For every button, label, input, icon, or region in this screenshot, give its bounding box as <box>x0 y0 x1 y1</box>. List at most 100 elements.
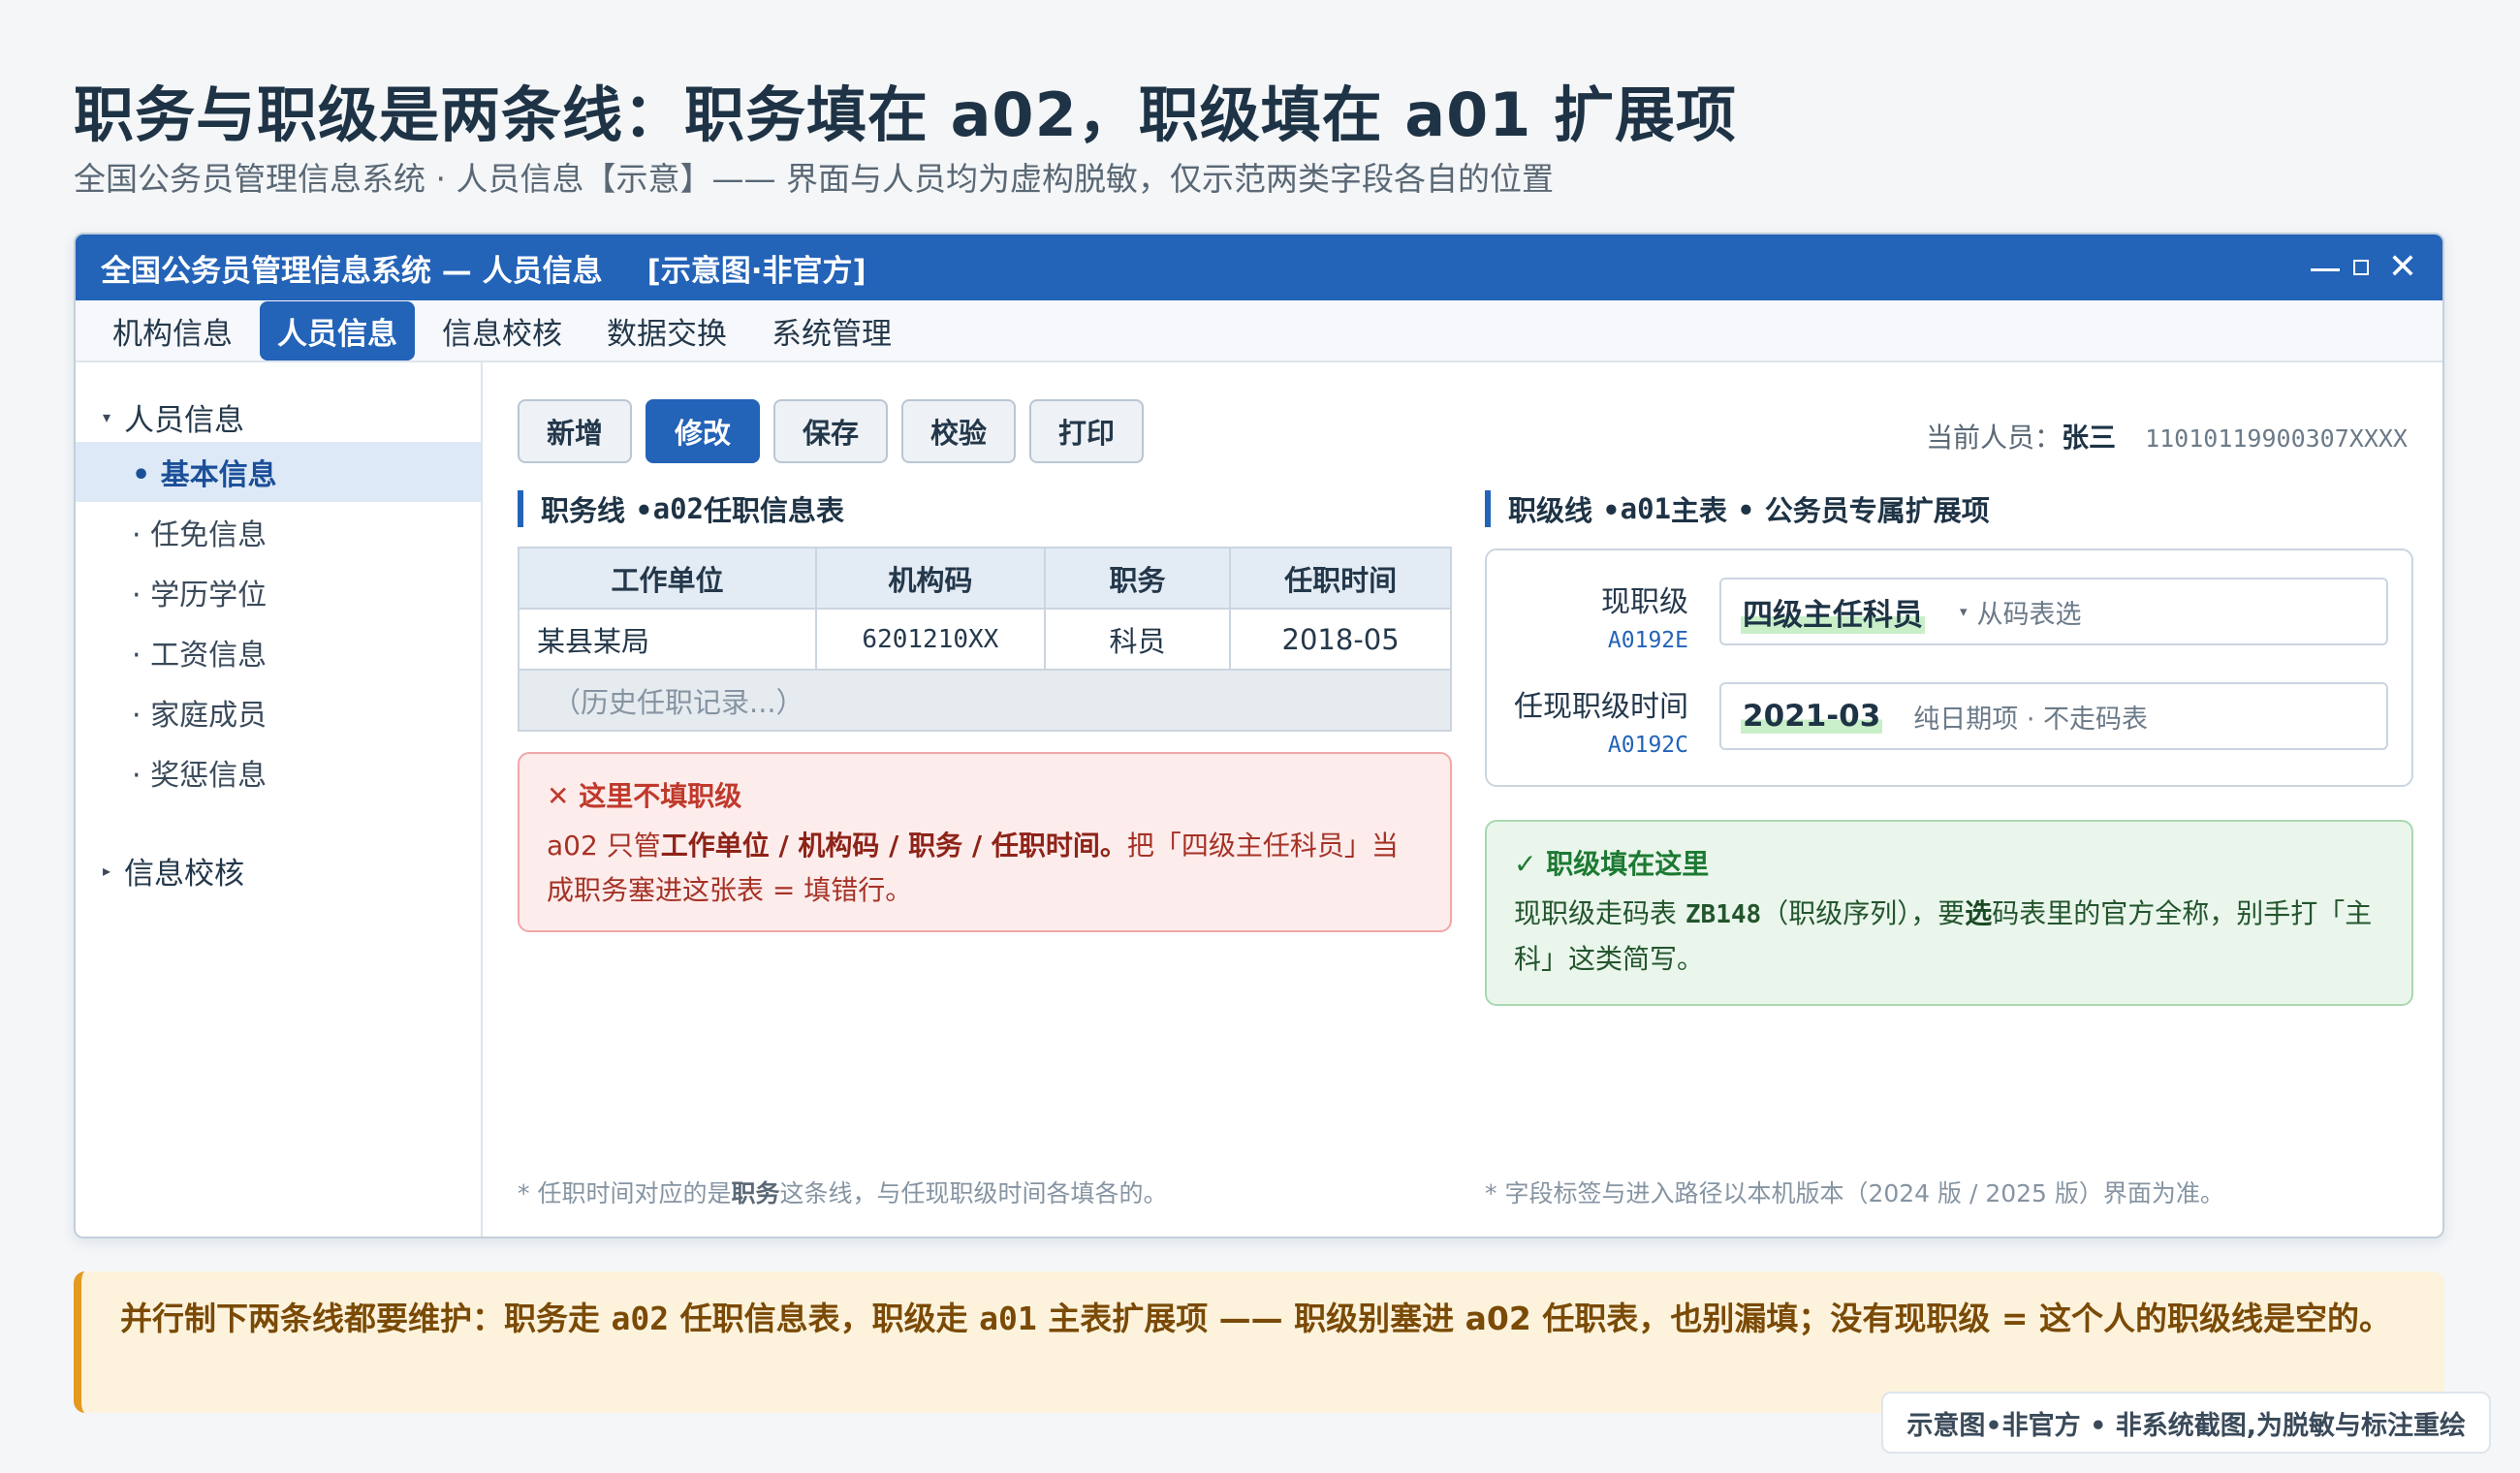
main-panel: 新增 修改 保存 校验 打印 当前人员： 张三 11010119900307XX… <box>483 362 2442 1237</box>
ok-text: 现职级走码表 ZB148（职级序列），要选码表里的官方全称，别手打「主科」这类简… <box>1514 892 2384 982</box>
caret-right-icon[interactable]: ▸ <box>76 862 124 880</box>
table-cell[interactable]: 6201210XX <box>814 608 1046 671</box>
current-rank-select[interactable]: 四级主任科员 ▾ 从码表选 <box>1719 578 2388 645</box>
banner-part: 主表扩展项 —— 职级别塞进 a02 任职表，也别漏填；没有现职级 = 这个人的… <box>1036 1300 2391 1337</box>
validate-button[interactable]: 校验 <box>901 399 1016 463</box>
field-code: A0192C <box>1607 733 1688 758</box>
section-title-rank-line: 职级线 • a01 主表 • 公务员专属扩展项 <box>1485 490 1990 527</box>
field-hint: 纯日期项 · 不走码表 <box>1913 704 2149 735</box>
add-button[interactable]: 新增 <box>518 399 632 463</box>
footnote-part: * 任职时间对应的是 <box>518 1179 732 1207</box>
warning-text: a02 只管工作单位 / 机构码 / 职务 / 任职时间。把「四级主任科员」当成… <box>547 824 1423 913</box>
section-title-code: a02 <box>652 492 705 525</box>
current-person: 当前人员： 张三 11010119900307XXXX <box>1926 417 2408 455</box>
table-row[interactable]: 某县某局 6201210XX 科员 2018-05 <box>518 608 1452 671</box>
warning-callout: ✕ 这里不填职级 a02 只管工作单位 / 机构码 / 职务 / 任职时间。把「… <box>518 752 1452 932</box>
footnote-right: * 字段标签与进入路径以本机版本（2024 版 / 2025 版）界面为准。 <box>1485 1179 2224 1207</box>
window-tag: [示意图·非官方] <box>646 253 866 289</box>
banner-code: a02 <box>611 1300 670 1337</box>
table-cell[interactable]: 科员 <box>1043 608 1232 671</box>
section-title-position-line: 职务线 • a02 任职信息表 <box>518 490 844 527</box>
sidebar-tree: ▾ 人员信息 • 基本信息 · 任免信息 · 学历学位 · 工资信息 · 家庭成… <box>76 362 483 1237</box>
footnote-left: * 任职时间对应的是职务这条线，与任现职级时间各填各的。 <box>518 1175 1167 1209</box>
table-header: 任职时间 <box>1229 547 1452 610</box>
field-label: 现职级 A0192E <box>1601 578 1688 653</box>
table-header-row: 工作单位 机构码 职务 任职时间 <box>518 547 1452 610</box>
tree-node-info-check[interactable]: ▸ 信息校核 <box>76 845 244 895</box>
maximize-icon[interactable] <box>2352 260 2369 275</box>
menu-item-personnel-info[interactable]: 人员信息 <box>260 300 415 360</box>
tree-node-label: 信息校核 <box>124 856 244 892</box>
rank-date-input[interactable]: 2021-03 纯日期项 · 不走码表 <box>1719 682 2388 750</box>
tree-item-salary-info[interactable]: · 工资信息 <box>76 622 481 682</box>
ok-callout: ✓ 职级填在这里 现职级走码表 ZB148（职级序列），要选码表里的官方全称，别… <box>1485 820 2413 1006</box>
close-icon[interactable]: ✕ <box>2388 250 2417 285</box>
footnote-part: 这条线，与任现职级时间各填各的。 <box>779 1179 1168 1207</box>
rank-fields-panel: 现职级 A0192E 四级主任科员 ▾ 从码表选 任现职级时间 A0192C 2… <box>1485 548 2413 787</box>
tree-item-education[interactable]: · 学历学位 <box>76 562 481 622</box>
window-title: 全国公务员管理信息系统 — 人员信息 <box>101 253 603 289</box>
field-value: 四级主任科员 <box>1741 589 1925 634</box>
section-title-prefix: 职务线 • <box>541 494 653 527</box>
save-button[interactable]: 保存 <box>773 399 888 463</box>
banner-code: a01 <box>979 1300 1037 1337</box>
warning-text-part: a02 只管 <box>547 830 661 862</box>
window-controls: ✕ <box>2310 250 2417 285</box>
dropdown-caret-icon[interactable]: ▾ <box>1960 603 1968 620</box>
ok-text-code: ZB148 <box>1685 900 1762 929</box>
page-subtitle: 全国公务员管理信息系统 · 人员信息【示意】—— 界面与人员均为虚构脱敏，仅示范… <box>74 160 1554 198</box>
field-label-text: 任现职级时间 <box>1514 690 1688 724</box>
current-person-id: 11010119900307XXXX <box>2145 424 2408 453</box>
edit-button[interactable]: 修改 <box>646 399 760 463</box>
menu-item-system-admin[interactable]: 系统管理 <box>754 301 909 360</box>
banner-part: 并行制下两条线都要维护：职务走 <box>120 1300 612 1337</box>
tree-item-basic-info[interactable]: • 基本信息 <box>76 442 481 502</box>
field-value: 2021-03 <box>1741 699 1883 734</box>
section-title-prefix: 职级线 • <box>1508 494 1621 527</box>
current-person-name: 张三 <box>2062 422 2117 454</box>
section-title-suffix: 主表 • 公务员专属扩展项 <box>1671 494 1990 527</box>
warning-text-bold: 工作单位 / 机构码 / 职务 / 任职时间。 <box>660 830 1127 862</box>
menubar: 机构信息 人员信息 信息校核 数据交换 系统管理 <box>76 300 2442 362</box>
menu-item-org-info[interactable]: 机构信息 <box>95 301 250 360</box>
tree-node-label: 人员信息 <box>124 402 244 438</box>
table-cell[interactable]: 2018-05 <box>1229 608 1452 671</box>
field-label: 任现职级时间 A0192C <box>1514 682 1688 758</box>
tree-item-rewards-penalties[interactable]: · 奖惩信息 <box>76 742 481 802</box>
caret-down-icon[interactable]: ▾ <box>76 408 124 426</box>
ok-text-part: （职级序列），要 <box>1761 897 1966 929</box>
field-label-text: 现职级 <box>1601 585 1688 619</box>
menu-item-data-exchange[interactable]: 数据交换 <box>589 301 744 360</box>
tree-item-appointment-info[interactable]: · 任免信息 <box>76 502 481 562</box>
window-titlebar: 全国公务员管理信息系统 — 人员信息 [示意图·非官方] ✕ <box>76 235 2442 300</box>
field-code: A0192E <box>1607 628 1688 653</box>
minimize-icon[interactable] <box>2310 267 2340 271</box>
field-hint: 从码表选 <box>1976 599 2082 630</box>
table-header: 机构码 <box>814 547 1046 610</box>
section-title-code: a01 <box>1620 492 1672 525</box>
table-header: 职务 <box>1043 547 1232 610</box>
app-window: 全国公务员管理信息系统 — 人员信息 [示意图·非官方] ✕ 机构信息 人员信息… <box>74 233 2444 1238</box>
menu-item-info-check[interactable]: 信息校核 <box>425 301 580 360</box>
field-row-rank-date: 任现职级时间 A0192C 2021-03 纯日期项 · 不走码表 <box>1487 682 2411 758</box>
disclaimer-badge: 示意图•非官方 • 非系统截图,为脱敏与标注重绘 <box>1881 1392 2491 1454</box>
content-area: ▾ 人员信息 • 基本信息 · 任免信息 · 学历学位 · 工资信息 · 家庭成… <box>76 362 2442 1237</box>
print-button[interactable]: 打印 <box>1029 399 1144 463</box>
banner-part: 任职信息表，职级走 <box>669 1300 980 1337</box>
warning-title: ✕ 这里不填职级 <box>547 780 742 812</box>
section-title-suffix: 任职信息表 <box>704 494 845 527</box>
ok-text-bold: 选 <box>1965 897 1993 929</box>
table-row-history[interactable]: （历史任职记录...） <box>518 669 1452 732</box>
history-placeholder[interactable]: （历史任职记录...） <box>518 669 1452 732</box>
current-person-label: 当前人员： <box>1926 422 2063 454</box>
table-cell[interactable]: 某县某局 <box>518 608 817 671</box>
table-header: 工作单位 <box>518 547 817 610</box>
page-title: 职务与职级是两条线：职务填在 a02，职级填在 a01 扩展项 <box>74 79 1737 150</box>
tree-node-personnel-info[interactable]: ▾ 人员信息 <box>76 392 244 442</box>
ok-text-part: 现职级走码表 <box>1514 897 1685 929</box>
footnote-bold: 职务 <box>731 1179 780 1207</box>
toolbar: 新增 修改 保存 校验 打印 <box>518 399 1144 463</box>
tree-item-family-members[interactable]: · 家庭成员 <box>76 682 481 742</box>
field-row-current-rank: 现职级 A0192E 四级主任科员 ▾ 从码表选 <box>1487 578 2411 653</box>
ok-title: ✓ 职级填在这里 <box>1514 848 1710 880</box>
